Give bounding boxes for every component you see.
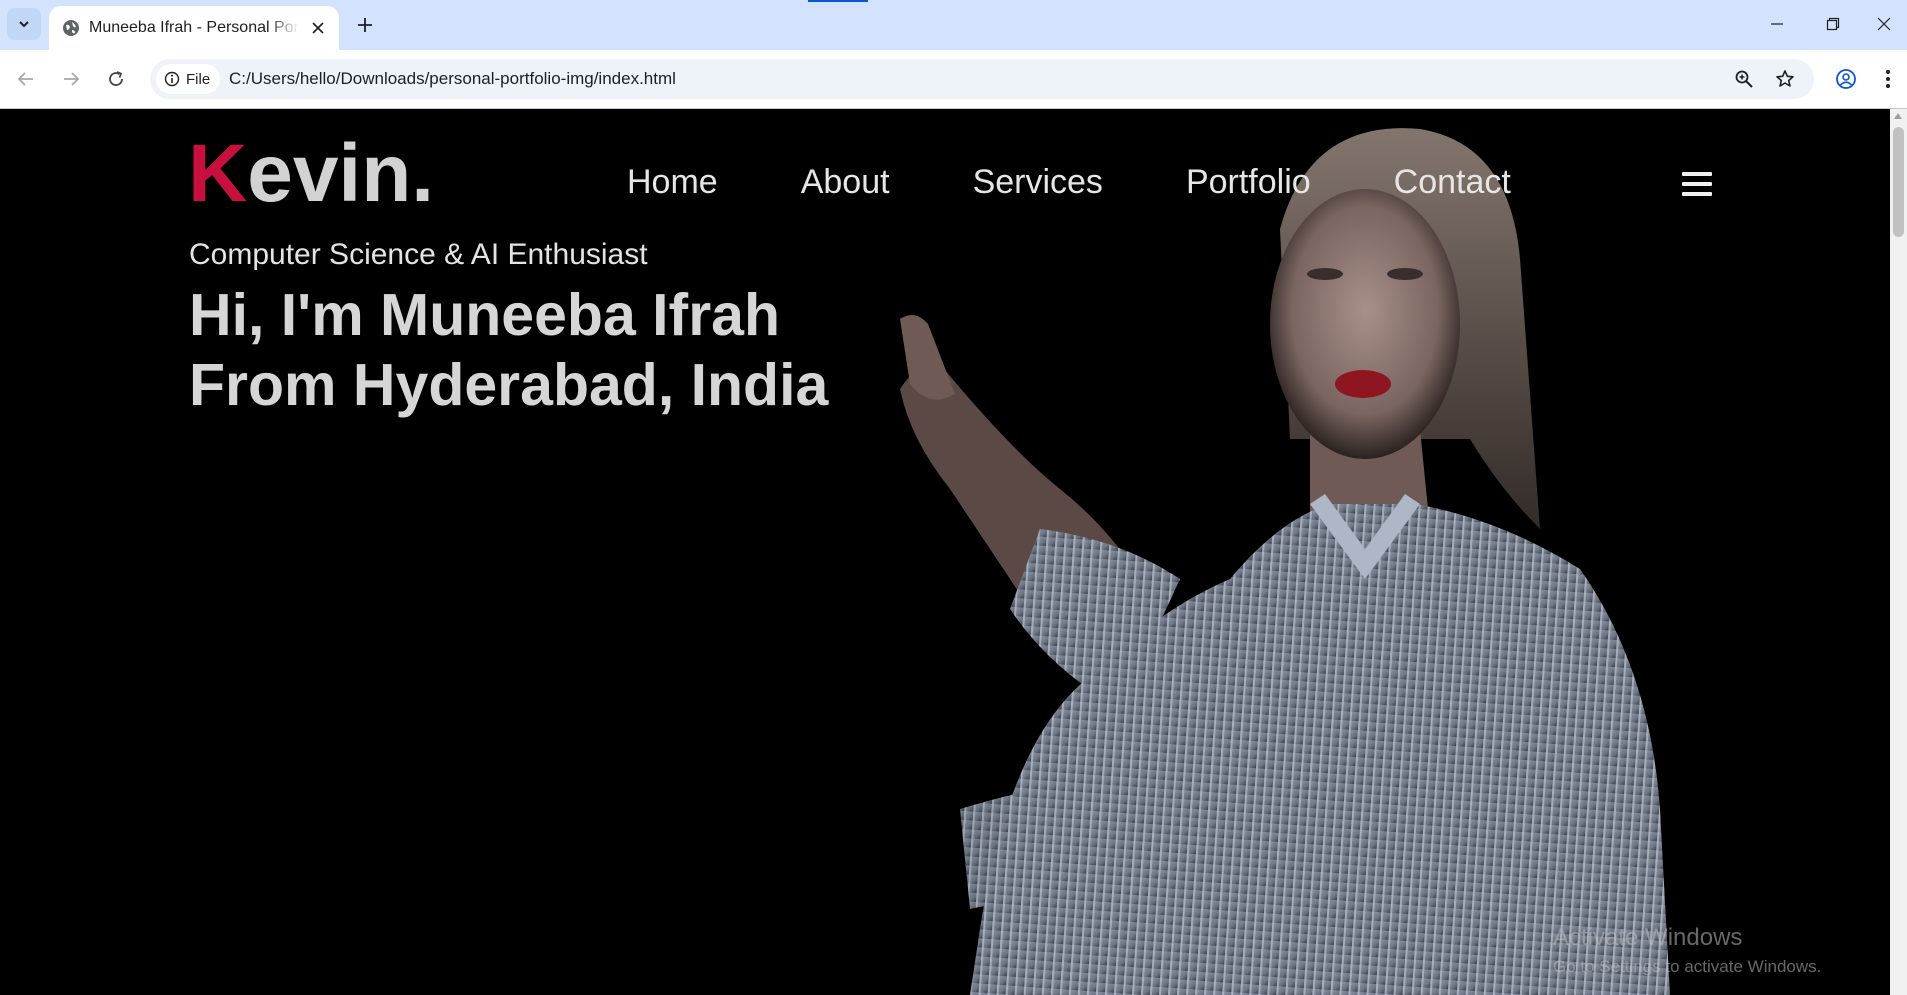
browser-tab-bar: Muneeba Ifrah - Personal Portfolio — [0, 0, 1907, 50]
nav-link-contact[interactable]: Contact — [1394, 165, 1511, 199]
hamburger-bar — [1682, 172, 1712, 176]
nav-link-home[interactable]: Home — [627, 165, 718, 199]
account-icon — [1836, 69, 1856, 89]
hamburger-bar — [1682, 182, 1712, 186]
reload-icon — [109, 71, 123, 86]
hero-subtitle: Computer Science & AI Enthusiast — [189, 238, 648, 271]
minimize-button[interactable] — [1749, 0, 1805, 48]
nav-link-about[interactable]: About — [801, 165, 890, 199]
hamburger-bar — [1682, 192, 1712, 196]
zoom-in-icon — [1735, 70, 1753, 88]
browser-menu-button[interactable] — [1874, 63, 1902, 95]
activate-windows-watermark: Activate Windows Go to Settings to activ… — [1553, 924, 1822, 976]
zoom-button[interactable] — [1730, 65, 1758, 93]
close-tab-button[interactable] — [307, 17, 329, 39]
plus-icon — [358, 18, 372, 32]
close-icon — [1877, 17, 1891, 31]
logo-accent-letter: K — [188, 128, 248, 219]
loading-indicator — [808, 0, 868, 2]
more-vert-icon — [1886, 70, 1890, 88]
logo-text: evin. — [247, 128, 435, 219]
tab-search-button[interactable] — [7, 8, 41, 40]
hero-headline-line1: Hi, I'm Muneeba Ifrah — [189, 282, 781, 348]
close-icon — [312, 22, 324, 34]
watermark-title: Activate Windows — [1553, 924, 1743, 951]
back-button[interactable] — [10, 63, 42, 95]
bookmark-button[interactable] — [1771, 65, 1799, 93]
url-text[interactable]: C:/Users/hello/Downloads/personal-portfo… — [229, 69, 676, 89]
active-tab[interactable]: Muneeba Ifrah - Personal Portfolio — [49, 6, 339, 50]
hero-text: Computer Science & AI Enthusiast Hi, I'm… — [189, 240, 828, 420]
minimize-icon — [1771, 23, 1783, 25]
hero-portrait-image — [900, 128, 1670, 995]
site-navbar: Kevin. Home About Services Portfolio Con… — [0, 109, 1890, 219]
forward-button[interactable] — [55, 63, 87, 95]
hero-headline: Hi, I'm Muneeba Ifrah From Hyderabad, In… — [189, 280, 828, 420]
info-icon — [164, 71, 180, 87]
tab-title: Muneeba Ifrah - Personal Portfolio — [89, 19, 299, 36]
hero-headline-line2: From Hyderabad, India — [189, 352, 829, 418]
globe-icon — [63, 20, 79, 36]
address-bar[interactable]: File C:/Users/hello/Downloads/personal-p… — [150, 59, 1814, 99]
new-tab-button[interactable] — [352, 12, 378, 38]
page-viewport: Kevin. Home About Services Portfolio Con… — [0, 109, 1907, 995]
arrow-left-icon — [17, 72, 33, 86]
arrow-right-icon — [64, 72, 80, 86]
hamburger-menu-icon[interactable] — [1682, 172, 1712, 198]
site-info-chip[interactable]: File — [156, 64, 221, 94]
site-chip-label: File — [186, 70, 211, 88]
scrollbar-thumb[interactable] — [1893, 127, 1904, 237]
browser-toolbar: File C:/Users/hello/Downloads/personal-p… — [0, 50, 1907, 109]
close-window-button[interactable] — [1861, 0, 1907, 48]
nav-links: Home About Services Portfolio Contact — [627, 165, 1594, 199]
profile-button[interactable] — [1830, 63, 1862, 95]
star-icon — [1776, 70, 1794, 87]
scroll-up-arrow-icon[interactable] — [1894, 113, 1902, 119]
reload-button[interactable] — [100, 63, 132, 95]
watermark-subtitle: Go to Settings to activate Windows. — [1553, 957, 1822, 976]
restore-icon — [1826, 17, 1840, 31]
site-logo[interactable]: Kevin. — [188, 133, 434, 215]
nav-link-portfolio[interactable]: Portfolio — [1186, 165, 1311, 199]
nav-link-services[interactable]: Services — [973, 165, 1103, 199]
restore-button[interactable] — [1805, 0, 1861, 48]
page-scrollbar[interactable] — [1890, 109, 1907, 995]
chevron-down-icon — [19, 21, 29, 28]
